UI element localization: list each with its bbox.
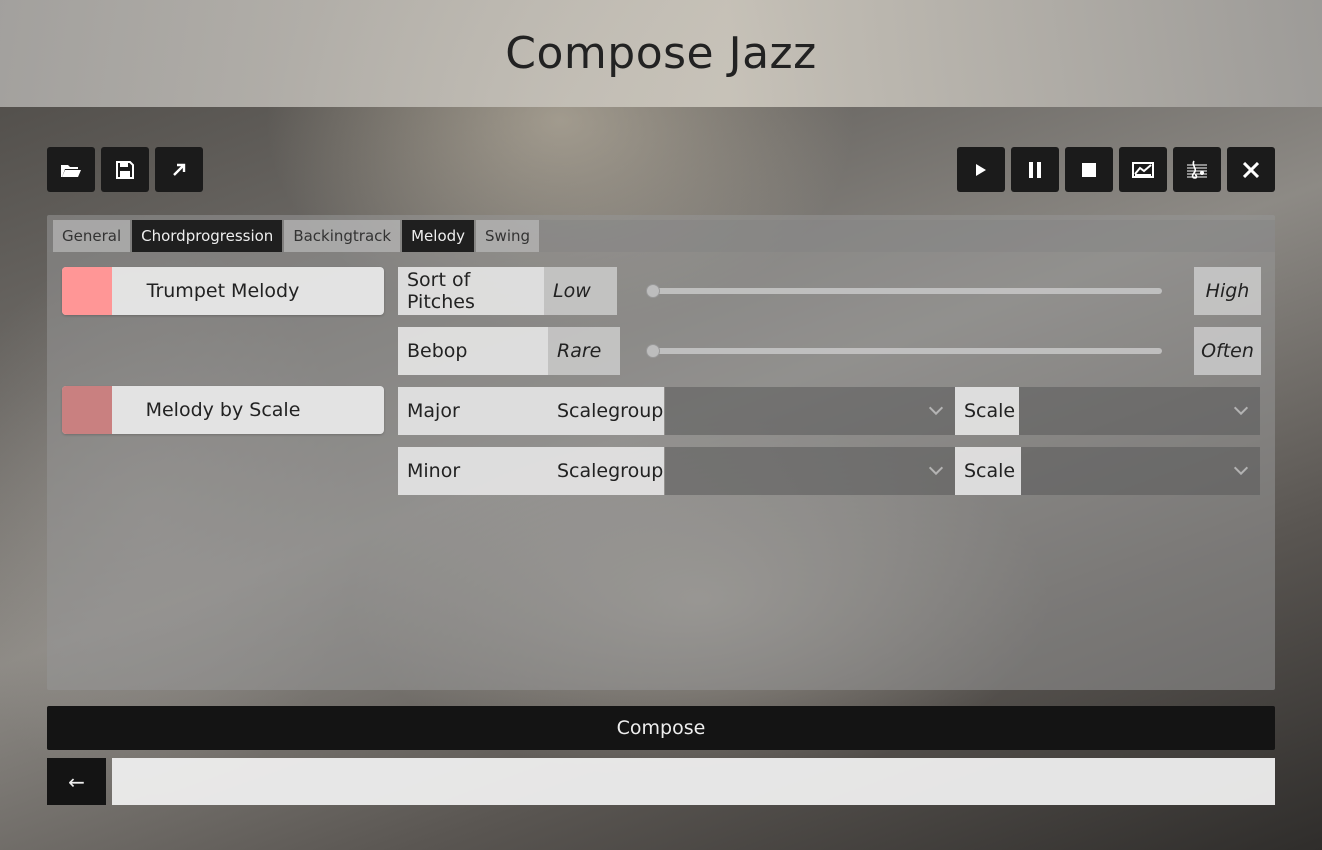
tab-melody[interactable]: Melody bbox=[402, 220, 475, 252]
close-icon bbox=[1243, 161, 1259, 178]
major-scalegroup-select[interactable] bbox=[665, 387, 955, 435]
tab-general[interactable]: General bbox=[53, 220, 131, 252]
slider-thumb[interactable] bbox=[646, 284, 660, 298]
scalegroup-label: Scalegroup bbox=[548, 387, 664, 435]
close-button[interactable] bbox=[1227, 147, 1275, 192]
bebop-slider[interactable] bbox=[646, 327, 1162, 375]
major-scale-select[interactable] bbox=[1019, 387, 1260, 435]
chevron-down-icon bbox=[928, 400, 944, 416]
minor-scale-select[interactable] bbox=[1021, 447, 1260, 495]
pitch-slider[interactable] bbox=[646, 267, 1162, 315]
slider-track bbox=[646, 284, 1162, 298]
bebop-slider-row: Bebop Rare bbox=[398, 327, 620, 375]
score-icon bbox=[1186, 159, 1208, 181]
settings-panel: General Chordprogression Backingtrack Me… bbox=[47, 215, 1275, 690]
scale-row-label: Major bbox=[398, 387, 548, 435]
open-folder-icon bbox=[60, 162, 82, 178]
melody-by-scale-toggle[interactable]: Melody by Scale bbox=[62, 386, 384, 434]
slider-max-label: High bbox=[1194, 267, 1261, 315]
tab-chordprogression[interactable]: Chordprogression bbox=[132, 220, 283, 252]
toggle-label: Trumpet Melody bbox=[146, 280, 300, 302]
toggle-label: Melody by Scale bbox=[145, 399, 301, 421]
pause-icon bbox=[1028, 161, 1042, 178]
slider-label: Sort of Pitches bbox=[398, 267, 544, 315]
slider-label: Bebop bbox=[398, 327, 548, 375]
pause-button[interactable] bbox=[1011, 147, 1059, 192]
file-toolbar bbox=[47, 147, 203, 192]
score-button[interactable] bbox=[1173, 147, 1221, 192]
play-icon bbox=[976, 163, 986, 176]
chevron-down-icon bbox=[928, 460, 944, 476]
minor-scalegroup-select[interactable] bbox=[665, 447, 955, 495]
scale-label: Scale bbox=[955, 387, 1019, 435]
tab-swing[interactable]: Swing bbox=[476, 220, 540, 252]
back-arrow-icon[interactable]: ← bbox=[47, 758, 106, 805]
save-icon bbox=[116, 160, 134, 179]
tab-bar: General Chordprogression Backingtrack Me… bbox=[53, 220, 540, 252]
chevron-down-icon bbox=[1233, 400, 1249, 416]
chart-button[interactable] bbox=[1119, 147, 1167, 192]
scale-label: Scale bbox=[955, 447, 1021, 495]
slider-thumb[interactable] bbox=[646, 344, 660, 358]
export-arrow-icon bbox=[171, 162, 187, 178]
export-button[interactable] bbox=[155, 147, 203, 192]
pitch-slider-row: Sort of Pitches Low bbox=[398, 267, 617, 315]
chart-icon bbox=[1132, 161, 1154, 178]
trumpet-melody-toggle[interactable]: Trumpet Melody bbox=[62, 267, 384, 315]
slider-min-label: Rare bbox=[548, 327, 620, 375]
slider-min-label: Low bbox=[544, 267, 617, 315]
compose-button[interactable]: Compose bbox=[47, 706, 1275, 750]
tab-backingtrack[interactable]: Backingtrack bbox=[284, 220, 401, 252]
stop-icon bbox=[1082, 162, 1096, 177]
app-title: Compose Jazz bbox=[505, 28, 817, 79]
save-button[interactable] bbox=[101, 147, 149, 192]
toggle-indicator bbox=[62, 386, 112, 434]
toggle-indicator bbox=[62, 267, 112, 315]
slider-track bbox=[646, 344, 1162, 358]
slider-max-label: Often bbox=[1194, 327, 1261, 375]
stop-button[interactable] bbox=[1065, 147, 1113, 192]
status-bar bbox=[112, 758, 1275, 805]
play-button[interactable] bbox=[957, 147, 1005, 192]
scale-row-label: Minor bbox=[398, 447, 548, 495]
chevron-down-icon bbox=[1233, 460, 1249, 476]
open-button[interactable] bbox=[47, 147, 95, 192]
playback-toolbar bbox=[957, 147, 1275, 192]
scalegroup-label: Scalegroup bbox=[548, 447, 664, 495]
app-header: Compose Jazz bbox=[0, 0, 1322, 107]
